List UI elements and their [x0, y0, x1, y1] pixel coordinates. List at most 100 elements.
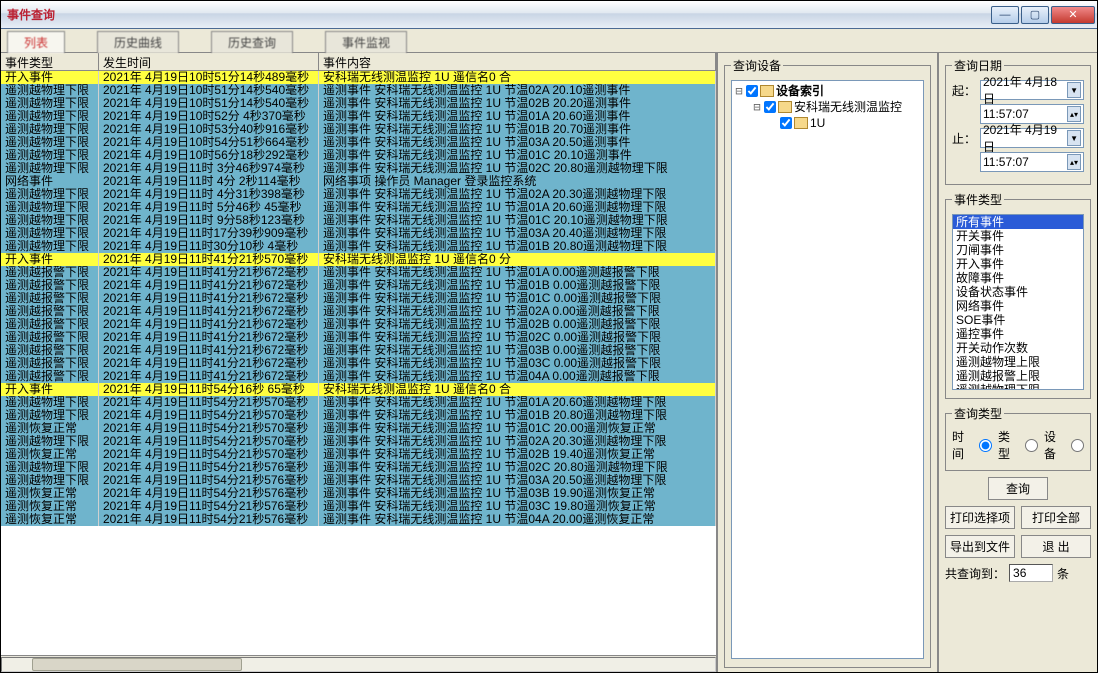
table-row[interactable]: 遥测越物理下限2021年 4月19日11时17分39秒909毫秒遥测事件 安科瑞…	[1, 227, 716, 240]
table-row[interactable]: 遥测越报警下限2021年 4月19日11时41分21秒672毫秒遥测事件 安科瑞…	[1, 266, 716, 279]
table-row[interactable]: 遥测越物理下限2021年 4月19日11时 3分46秒974毫秒遥测事件 安科瑞…	[1, 162, 716, 175]
event-type-item[interactable]: 开关动作次数	[953, 341, 1083, 355]
table-row[interactable]: 遥测越物理下限2021年 4月19日11时54分21秒570毫秒遥测事件 安科瑞…	[1, 435, 716, 448]
tree-child-checkbox[interactable]	[764, 101, 776, 113]
table-row[interactable]: 网络事件2021年 4月19日11时 4分 2秒114毫秒网络事项 操作员 Ma…	[1, 175, 716, 188]
table-row[interactable]: 遥测越物理下限2021年 4月19日10时51分14秒540毫秒遥测事件 安科瑞…	[1, 84, 716, 97]
table-row[interactable]: 遥测越报警下限2021年 4月19日11时41分21秒672毫秒遥测事件 安科瑞…	[1, 305, 716, 318]
table-row[interactable]: 遥测越物理下限2021年 4月19日10时52分 4秒370毫秒遥测事件 安科瑞…	[1, 110, 716, 123]
event-type-item[interactable]: 遥控事件	[953, 327, 1083, 341]
tree-leaf-label[interactable]: 1U	[810, 115, 825, 131]
table-row[interactable]: 开入事件2021年 4月19日10时51分14秒489毫秒安科瑞无线测温监控 1…	[1, 71, 716, 84]
event-type-list[interactable]: 所有事件开关事件刀闸事件开入事件故障事件设备状态事件网络事件SOE事件遥控事件开…	[952, 214, 1084, 390]
table-row[interactable]: 遥测恢复正常2021年 4月19日11时54分21秒576毫秒遥测事件 安科瑞无…	[1, 500, 716, 513]
table-row[interactable]: 遥测恢复正常2021年 4月19日11时54分21秒576毫秒遥测事件 安科瑞无…	[1, 487, 716, 500]
tab-list[interactable]: 列表	[7, 31, 65, 53]
qtype-type-radio[interactable]	[1025, 439, 1038, 452]
event-type-item[interactable]: 设备状态事件	[953, 285, 1083, 299]
tab-history-curve[interactable]: 历史曲线	[97, 31, 179, 53]
table-row[interactable]: 遥测越物理下限2021年 4月19日11时54分21秒576毫秒遥测事件 安科瑞…	[1, 474, 716, 487]
cell-content: 遥测事件 安科瑞无线测温监控 1U 节温03A 20.40遥测越物理下限	[319, 227, 716, 240]
tree-collapse-icon[interactable]: ⊟	[734, 83, 744, 99]
table-row[interactable]: 遥测越报警下限2021年 4月19日11时41分21秒672毫秒遥测事件 安科瑞…	[1, 292, 716, 305]
exit-button[interactable]: 退 出	[1021, 535, 1091, 558]
table-row[interactable]: 遥测越物理下限2021年 4月19日10时53分40秒916毫秒遥测事件 安科瑞…	[1, 123, 716, 136]
table-row[interactable]: 遥测越报警下限2021年 4月19日11时41分21秒672毫秒遥测事件 安科瑞…	[1, 318, 716, 331]
cell-type: 遥测越物理下限	[1, 435, 99, 448]
export-button[interactable]: 导出到文件	[945, 535, 1015, 558]
table-row[interactable]: 遥测越物理下限2021年 4月19日10时51分14秒540毫秒遥测事件 安科瑞…	[1, 97, 716, 110]
table-row[interactable]: 遥测越报警下限2021年 4月19日11时41分21秒672毫秒遥测事件 安科瑞…	[1, 279, 716, 292]
cell-content: 遥测事件 安科瑞无线测温监控 1U 节温02A 20.30遥测越物理下限	[319, 188, 716, 201]
table-row[interactable]: 遥测越物理下限2021年 4月19日10时56分18秒292毫秒遥测事件 安科瑞…	[1, 149, 716, 162]
table-row[interactable]: 遥测越报警下限2021年 4月19日11时41分21秒672毫秒遥测事件 安科瑞…	[1, 344, 716, 357]
to-date-picker[interactable]: 2021年 4月19日 ▼	[980, 128, 1084, 148]
grid-body[interactable]: 开入事件2021年 4月19日10时51分14秒489毫秒安科瑞无线测温监控 1…	[1, 71, 716, 655]
query-button[interactable]: 查询	[988, 477, 1048, 500]
tab-history-query[interactable]: 历史查询	[211, 31, 293, 53]
table-row[interactable]: 遥测恢复正常2021年 4月19日11时54分21秒570毫秒遥测事件 安科瑞无…	[1, 422, 716, 435]
tab-event-monitor[interactable]: 事件监视	[325, 31, 407, 53]
table-row[interactable]: 遥测越物理下限2021年 4月19日11时54分21秒570毫秒遥测事件 安科瑞…	[1, 396, 716, 409]
event-type-item[interactable]: 开入事件	[953, 257, 1083, 271]
horizontal-scrollbar[interactable]	[1, 655, 716, 672]
event-type-item[interactable]: 遥测越物理上限	[953, 355, 1083, 369]
cell-time: 2021年 4月19日11时41分21秒672毫秒	[99, 305, 319, 318]
cell-type: 遥测越物理下限	[1, 149, 99, 162]
cell-time: 2021年 4月19日11时54分21秒576毫秒	[99, 474, 319, 487]
event-type-item[interactable]: 故障事件	[953, 271, 1083, 285]
table-row[interactable]: 遥测越报警下限2021年 4月19日11时41分21秒672毫秒遥测事件 安科瑞…	[1, 370, 716, 383]
tree-root-checkbox[interactable]	[746, 85, 758, 97]
column-header-type[interactable]: 事件类型	[1, 53, 99, 70]
query-date-title: 查询日期	[952, 57, 1004, 74]
column-header-content[interactable]: 事件内容	[319, 53, 716, 70]
table-row[interactable]: 遥测越报警下限2021年 4月19日11时41分21秒672毫秒遥测事件 安科瑞…	[1, 331, 716, 344]
cell-time: 2021年 4月19日11时54分21秒576毫秒	[99, 500, 319, 513]
event-type-item[interactable]: SOE事件	[953, 313, 1083, 327]
window-close-button[interactable]: ✕	[1051, 6, 1095, 24]
folder-icon	[760, 85, 774, 97]
qtype-device-radio[interactable]	[1071, 439, 1084, 452]
event-type-item[interactable]: 遥测越报警上限	[953, 369, 1083, 383]
tree-leaf-checkbox[interactable]	[780, 117, 792, 129]
table-row[interactable]: 开入事件2021年 4月19日11时41分21秒570毫秒安科瑞无线测温监控 1…	[1, 253, 716, 266]
cell-type: 网络事件	[1, 175, 99, 188]
event-type-item[interactable]: 开关事件	[953, 229, 1083, 243]
table-row[interactable]: 遥测越物理下限2021年 4月19日10时54分51秒664毫秒遥测事件 安科瑞…	[1, 136, 716, 149]
titlebar: 事件查询 — ▢ ✕	[1, 1, 1097, 29]
print-all-button[interactable]: 打印全部	[1021, 506, 1091, 529]
event-type-item[interactable]: 刀闸事件	[953, 243, 1083, 257]
tree-child-label[interactable]: 安科瑞无线测温监控	[794, 99, 902, 115]
table-row[interactable]: 遥测越物理下限2021年 4月19日11时30分10秒 4毫秒遥测事件 安科瑞无…	[1, 240, 716, 253]
dropdown-icon[interactable]: ▼	[1067, 82, 1081, 98]
spinner-icon[interactable]: ▴▾	[1067, 154, 1081, 170]
table-row[interactable]: 遥测越物理下限2021年 4月19日11时 9分58秒123毫秒遥测事件 安科瑞…	[1, 214, 716, 227]
to-time-spinner[interactable]: 11:57:07 ▴▾	[980, 152, 1084, 172]
dropdown-icon[interactable]: ▼	[1067, 130, 1081, 146]
cell-type: 遥测越报警下限	[1, 357, 99, 370]
table-row[interactable]: 遥测越物理下限2021年 4月19日11时54分21秒576毫秒遥测事件 安科瑞…	[1, 461, 716, 474]
table-row[interactable]: 遥测越报警下限2021年 4月19日11时41分21秒672毫秒遥测事件 安科瑞…	[1, 357, 716, 370]
device-tree[interactable]: ⊟ 设备索引 ⊟ 安科瑞无线测温监控 1U	[731, 80, 924, 659]
spinner-icon[interactable]: ▴▾	[1067, 106, 1081, 122]
print-selected-button[interactable]: 打印选择项	[945, 506, 1015, 529]
table-row[interactable]: 遥测恢复正常2021年 4月19日11时54分21秒570毫秒遥测事件 安科瑞无…	[1, 448, 716, 461]
tree-root-label[interactable]: 设备索引	[776, 83, 824, 99]
tree-collapse-icon[interactable]: ⊟	[752, 99, 762, 115]
table-row[interactable]: 开入事件2021年 4月19日11时54分16秒 65毫秒安科瑞无线测温监控 1…	[1, 383, 716, 396]
table-row[interactable]: 遥测越物理下限2021年 4月19日11时 5分46秒 45毫秒遥测事件 安科瑞…	[1, 201, 716, 214]
event-type-item[interactable]: 所有事件	[953, 215, 1083, 229]
window-maximize-button[interactable]: ▢	[1021, 6, 1049, 24]
table-row[interactable]: 遥测恢复正常2021年 4月19日11时54分21秒576毫秒遥测事件 安科瑞无…	[1, 513, 716, 526]
window-minimize-button[interactable]: —	[991, 6, 1019, 24]
cell-time: 2021年 4月19日10时54分51秒664毫秒	[99, 136, 319, 149]
event-type-item[interactable]: 遥测越物理下限	[953, 383, 1083, 390]
column-header-time[interactable]: 发生时间	[99, 53, 319, 70]
from-date-picker[interactable]: 2021年 4月18日 ▼	[980, 80, 1084, 100]
event-type-item[interactable]: 网络事件	[953, 299, 1083, 313]
cell-type: 开入事件	[1, 383, 99, 396]
cell-type: 遥测越物理下限	[1, 461, 99, 474]
table-row[interactable]: 遥测越物理下限2021年 4月19日11时 4分31秒398毫秒遥测事件 安科瑞…	[1, 188, 716, 201]
table-row[interactable]: 遥测越物理下限2021年 4月19日11时54分21秒570毫秒遥测事件 安科瑞…	[1, 409, 716, 422]
qtype-time-radio[interactable]	[979, 439, 992, 452]
